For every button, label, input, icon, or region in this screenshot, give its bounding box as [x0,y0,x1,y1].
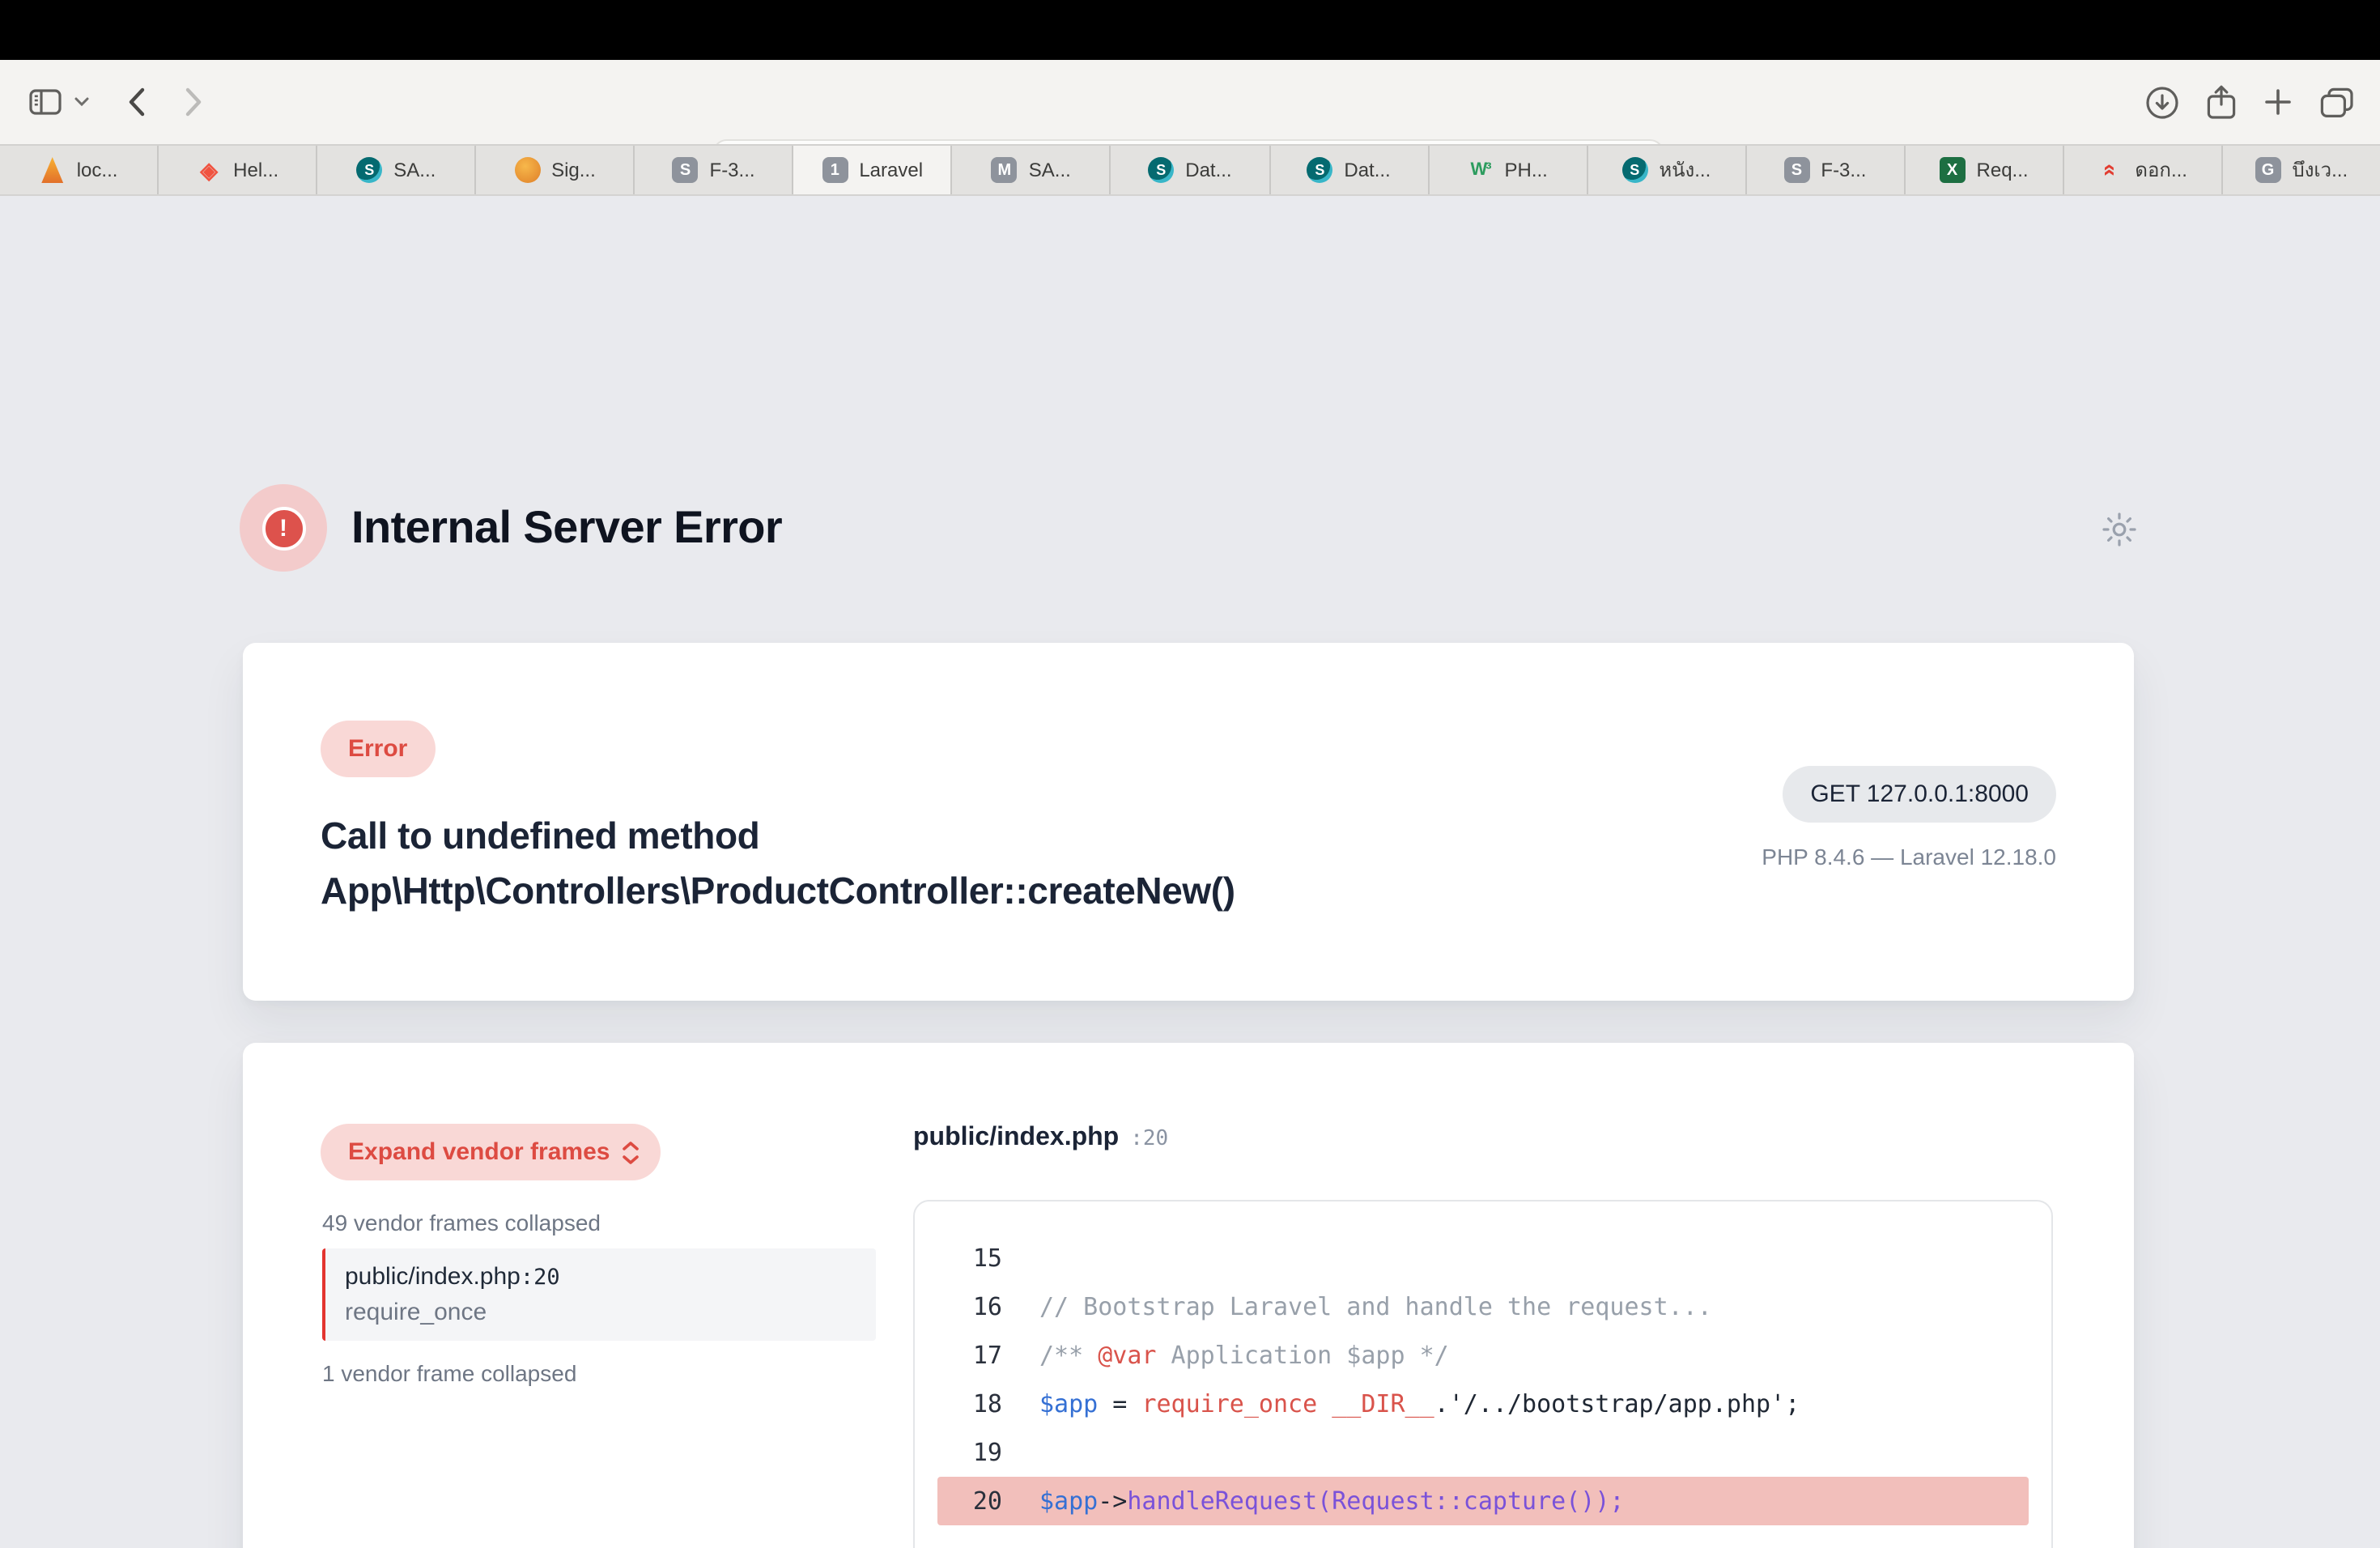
red-chevrons-icon: « [2097,157,2123,183]
stack-trace-card: Expand vendor frames 49 vendor frames co… [243,1043,2134,1548]
frame-file: public/index.php [345,1263,521,1291]
tab-label: SA... [393,159,436,181]
chevron-up-down-icon [621,1141,639,1163]
request-badge: GET 127.0.0.1:8000 [1783,766,2056,823]
forward-icon[interactable] [185,87,202,117]
browser-tab[interactable]: S หนัง... [1587,146,1746,194]
code-line-17: 17/** @var Application $app */ [937,1331,2029,1380]
browser-tab[interactable]: S F-3... [635,146,794,194]
environment-versions: PHP 8.4.6 — Laravel 12.18.0 [1762,844,2056,870]
sidebar-toggle-icon[interactable] [29,89,62,115]
w3schools-icon: W³ [1468,157,1494,183]
browser-tab[interactable]: W³ PH... [1429,146,1587,194]
share-icon[interactable] [2207,84,2236,120]
chevron-down-icon[interactable] [74,97,89,107]
code-line-20: 20$app->handleRequest(Request::capture()… [937,1477,2029,1525]
code-snippet: 1516// Bootstrap Laravel and handle the … [913,1200,2053,1548]
browser-tab[interactable]: S Dat... [1270,146,1429,194]
sharepoint-icon: S [1307,157,1332,183]
tab-label: PH... [1505,159,1548,181]
exception-card: Error Call to undefined method App\Http\… [243,643,2134,1001]
laravel-icon: ◈ [196,157,222,183]
download-icon[interactable] [2145,85,2179,119]
vendor-frames-collapsed-bottom: 1 vendor frame collapsed [322,1360,576,1386]
sharepoint-icon: S [1621,157,1647,183]
tab-label: F-3... [1821,159,1866,181]
code-line-ref: :20 [1130,1127,1168,1151]
tab-label: Dat... [1185,159,1231,181]
browser-tab[interactable]: « ดอก... [2064,146,2223,194]
browser-tab[interactable]: S SA... [317,146,476,194]
tab-label: Dat... [1344,159,1390,181]
browser-tab[interactable]: X Req... [1906,146,2064,194]
back-icon[interactable] [128,87,146,117]
code-header: public/index.php :20 [913,1124,1168,1153]
screen: 127.0.0.1 Ax [0,0,2380,1548]
browser-tab[interactable]: loc... [0,146,159,194]
browser-toolbar: 127.0.0.1 Ax [0,60,2380,144]
phpmyadmin-icon [40,157,66,183]
excel-icon: X [1940,157,1966,183]
browser-tab[interactable]: M SA... [953,146,1111,194]
numeral-1-icon: 1 [822,157,848,183]
browser-tab[interactable]: G บึงเว... [2223,146,2380,194]
browser-tab[interactable]: 1 Laravel [794,146,953,194]
browser-tab[interactable]: S Dat... [1111,146,1270,194]
tab-label: loc... [77,159,118,181]
frame-method: require_once [345,1299,856,1326]
expand-vendor-frames-button[interactable]: Expand vendor frames [321,1124,660,1180]
tab-label: Laravel [859,159,923,181]
exception-message: Call to undefined method App\Http\Contro… [321,808,1389,918]
browser-tab[interactable]: ◈ Hel... [159,146,317,194]
tab-strip: loc... ◈ Hel... S SA... Sig... S F-3... 1 Laravel… [0,144,2380,196]
letter-g-icon: G [2255,157,2280,183]
error-page: ! Internal Server Error Error Call to un… [0,196,2380,1548]
tab-overview-icon[interactable] [2320,87,2354,117]
code-line-18: 18$app = require_once __DIR__.'/../boots… [937,1380,2029,1428]
tab-label: หนัง... [1659,155,1711,185]
frame-line-number: :20 [521,1265,560,1291]
menu-bar [0,0,2380,60]
letter-m-icon: M [992,157,1018,183]
code-line-19: 19 [937,1428,2029,1477]
tab-label: Hel... [233,159,278,181]
tab-label: Req... [1977,159,2029,181]
tab-label: F-3... [710,159,755,181]
sharepoint-icon: S [356,157,382,183]
browser-tab[interactable]: Sig... [476,146,635,194]
tab-label: SA... [1029,159,1071,181]
letter-s-icon: S [673,157,699,183]
error-type-badge: Error [321,721,435,777]
code-line-16: 16// Bootstrap Laravel and handle the re… [937,1282,2029,1331]
tab-label: Sig... [551,159,596,181]
page-title: Internal Server Error [351,502,782,554]
code-lines: 1516// Bootstrap Laravel and handle the … [915,1234,2051,1525]
code-line-15: 15 [937,1234,2029,1282]
sharepoint-icon: S [1148,157,1174,183]
vendor-frames-collapsed-top: 49 vendor frames collapsed [322,1210,601,1235]
browser-tab[interactable]: S F-3... [1746,146,1905,194]
new-tab-icon[interactable] [2263,87,2293,117]
code-file-name: public/index.php [913,1124,1119,1153]
alert-circle-icon: ! [240,484,327,572]
tab-label: ดอก... [2135,155,2187,185]
tab-label: บึงเว... [2292,155,2348,185]
letter-s-icon: S [1783,157,1809,183]
orange-globe-icon [514,157,540,183]
sun-icon[interactable] [2100,510,2139,549]
stack-frame-item[interactable]: public/index.php:20 require_once [322,1248,876,1341]
